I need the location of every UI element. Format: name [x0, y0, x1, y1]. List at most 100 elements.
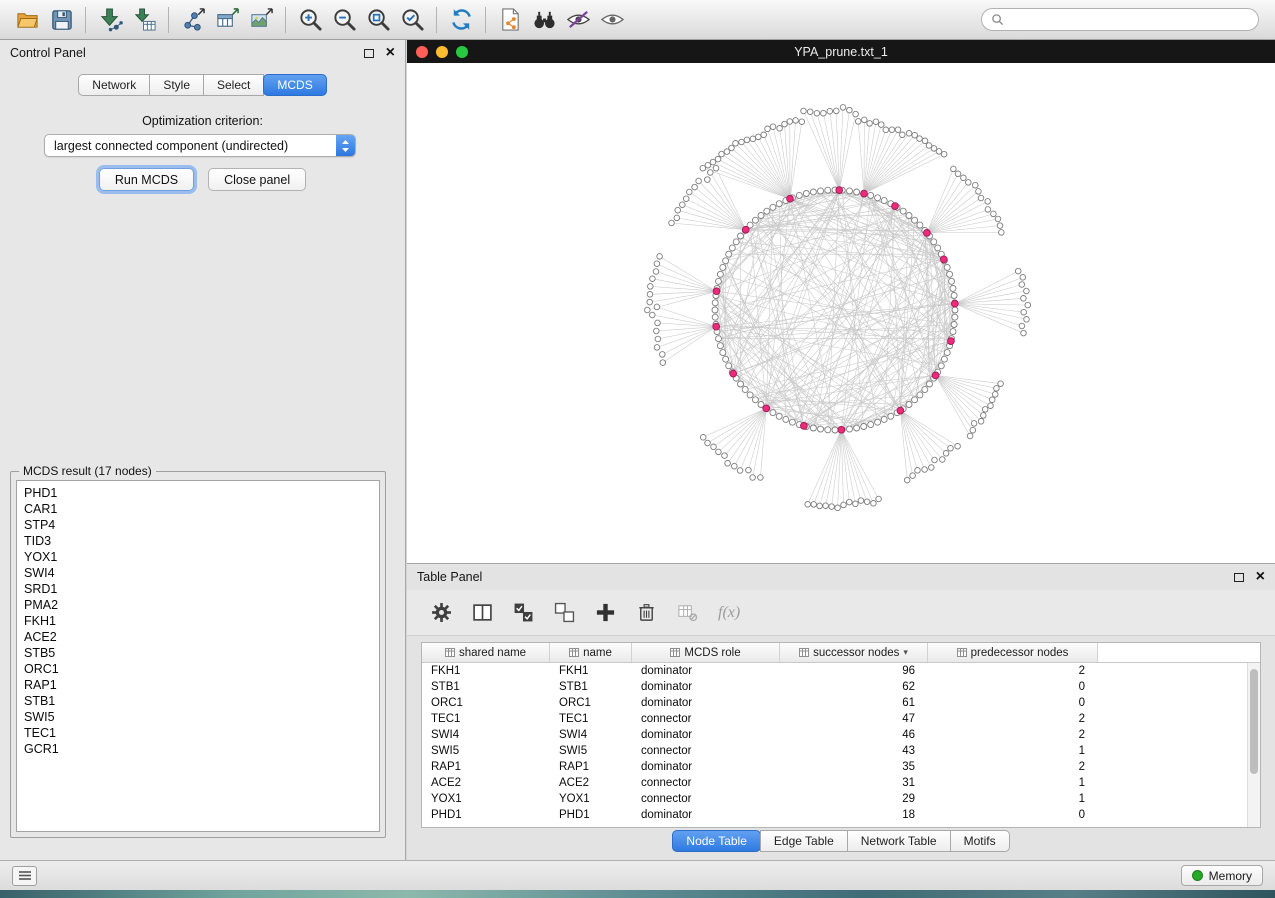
memory-button[interactable]: Memory [1181, 865, 1263, 886]
leaf-node[interactable] [889, 127, 895, 133]
ring-node[interactable] [875, 419, 881, 425]
leaf-node[interactable] [758, 475, 764, 481]
ring-node[interactable] [951, 322, 957, 328]
leaf-node[interactable] [978, 419, 984, 425]
leaf-node[interactable] [645, 307, 651, 313]
ring-node[interactable] [931, 239, 937, 245]
dominator-node[interactable] [892, 203, 899, 210]
leaf-node[interactable] [951, 166, 957, 172]
share-document-button[interactable] [493, 4, 527, 36]
leaf-node[interactable] [653, 269, 659, 275]
leaf-node[interactable] [922, 467, 928, 473]
column-header-shared-name[interactable]: shared name [422, 643, 550, 662]
leaf-node[interactable] [746, 467, 752, 473]
ring-node[interactable] [738, 233, 744, 239]
leaf-node[interactable] [871, 501, 877, 507]
leaf-node[interactable] [732, 463, 738, 469]
leaf-node[interactable] [654, 304, 660, 310]
leaf-node[interactable] [801, 108, 807, 114]
zoom-out-button[interactable] [327, 4, 361, 36]
result-item[interactable]: SWI4 [17, 565, 379, 581]
ring-node[interactable] [747, 392, 753, 398]
ring-node[interactable] [742, 387, 748, 393]
ring-node[interactable] [770, 410, 776, 416]
criterion-select[interactable]: largest connected component (undirected) [44, 134, 356, 157]
leaf-node[interactable] [855, 119, 861, 125]
leaf-node[interactable] [716, 449, 722, 455]
ring-node[interactable] [950, 329, 956, 335]
leaf-node[interactable] [1021, 309, 1027, 315]
close-table-panel-icon[interactable]: × [1256, 569, 1265, 585]
leaf-node[interactable] [799, 119, 805, 125]
select-all-button[interactable] [511, 601, 535, 625]
leaf-node[interactable] [904, 477, 910, 483]
ring-node[interactable] [927, 381, 933, 387]
ring-node[interactable] [854, 425, 860, 431]
leaf-node[interactable] [834, 108, 840, 114]
ring-node[interactable] [752, 397, 758, 403]
leaf-node[interactable] [985, 199, 991, 205]
ring-node[interactable] [881, 416, 887, 422]
leaf-node[interactable] [650, 276, 656, 282]
result-item[interactable]: PMA2 [17, 597, 379, 613]
table-row[interactable]: SWI5SWI5connector431 [422, 743, 1260, 759]
leaf-node[interactable] [961, 175, 967, 181]
result-item[interactable]: STB5 [17, 645, 379, 661]
ring-node[interactable] [854, 189, 860, 195]
dominator-node[interactable] [951, 300, 958, 307]
leaf-node[interactable] [722, 453, 728, 459]
leaf-node[interactable] [989, 397, 995, 403]
result-item[interactable]: FKH1 [17, 613, 379, 629]
search-box[interactable] [981, 8, 1259, 31]
leaf-node[interactable] [970, 427, 976, 433]
leaf-node[interactable] [724, 149, 730, 155]
leaf-node[interactable] [955, 443, 961, 449]
leaf-node[interactable] [841, 502, 847, 508]
leaf-node[interactable] [948, 445, 954, 451]
leaf-node[interactable] [823, 503, 829, 509]
close-mcds-panel-button[interactable]: Close panel [208, 168, 306, 191]
ring-node[interactable] [752, 217, 758, 223]
ring-node[interactable] [789, 419, 795, 425]
add-column-button[interactable] [593, 601, 617, 625]
leaf-node[interactable] [654, 328, 660, 334]
ring-node[interactable] [723, 356, 729, 362]
leaf-node[interactable] [853, 501, 859, 507]
result-item[interactable]: ORC1 [17, 661, 379, 677]
table-tab-node-table[interactable]: Node Table [672, 830, 761, 852]
table-row[interactable]: FKH1FKH1dominator962 [422, 663, 1260, 679]
zoom-fit-button[interactable] [361, 4, 395, 36]
ring-node[interactable] [900, 208, 906, 214]
ring-node[interactable] [917, 392, 923, 398]
leaf-node[interactable] [650, 312, 656, 318]
ring-node[interactable] [941, 356, 947, 362]
ring-node[interactable] [951, 293, 957, 299]
close-panel-icon[interactable]: × [386, 45, 395, 61]
leaf-node[interactable] [873, 119, 879, 125]
dominator-node[interactable] [861, 190, 868, 197]
dominator-node[interactable] [836, 187, 843, 194]
tab-mcds[interactable]: MCDS [263, 74, 326, 96]
show-columns-button[interactable] [470, 601, 494, 625]
export-image-button[interactable] [244, 4, 278, 36]
hide-selection-button[interactable] [561, 4, 595, 36]
table-row[interactable]: RAP1RAP1dominator352 [422, 759, 1260, 775]
table-row[interactable]: TEC1TEC1connector472 [422, 711, 1260, 727]
ring-node[interactable] [776, 413, 782, 419]
leaf-node[interactable] [981, 413, 987, 419]
table-row[interactable]: YOX1YOX1connector291 [422, 791, 1260, 807]
leaf-node[interactable] [912, 132, 918, 138]
window-minimize-button[interactable] [436, 46, 448, 58]
leaf-node[interactable] [895, 127, 901, 133]
tab-select[interactable]: Select [203, 74, 264, 96]
new-network-button[interactable] [176, 4, 210, 36]
leaf-node[interactable] [926, 143, 932, 149]
column-header-successor-nodes[interactable]: successor nodes▾ [780, 643, 928, 662]
leaf-node[interactable] [692, 184, 698, 190]
leaf-node[interactable] [1020, 275, 1026, 281]
ring-node[interactable] [712, 300, 718, 306]
ring-node[interactable] [917, 222, 923, 228]
leaf-node[interactable] [711, 444, 717, 450]
ring-node[interactable] [912, 217, 918, 223]
ring-node[interactable] [906, 402, 912, 408]
